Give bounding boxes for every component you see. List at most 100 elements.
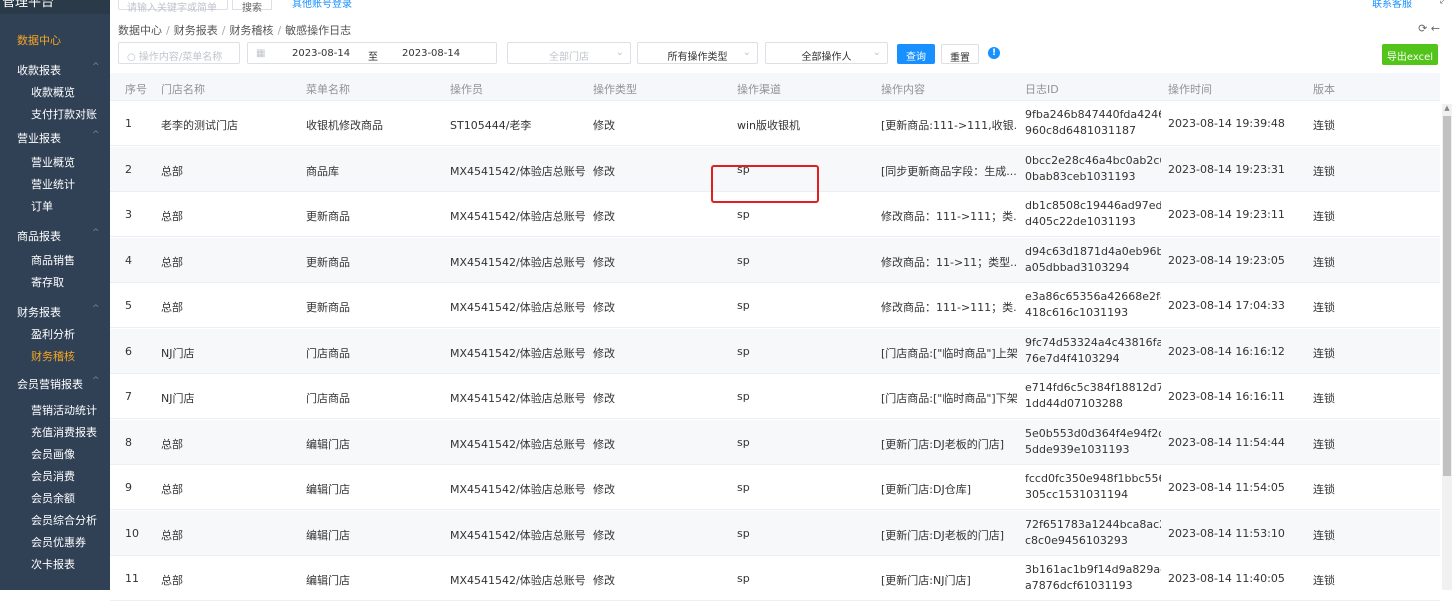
table-row[interactable]: 7 NJ门店 门店商品 MX4541542/体验店总账号 修改 sp [门店商品:["临时商…	[110, 374, 1440, 419]
table-cell: 连锁	[1313, 528, 1335, 542]
chevron-up-icon[interactable]: ^	[92, 228, 100, 238]
sidebar-item[interactable]: 营业报表	[17, 130, 61, 146]
sidebar-item[interactable]: 商品销售	[31, 252, 75, 268]
table-cell: 7	[125, 390, 132, 403]
back-icon[interactable]: ←	[1431, 22, 1440, 35]
table-cell: 修改	[593, 528, 615, 542]
refresh-icon[interactable]: ⟳	[1418, 22, 1427, 35]
table-cell: MX4541542/体验店总账号	[450, 437, 586, 451]
table-cell: sp	[737, 481, 750, 494]
operator-select[interactable]: 全部操作人 ⌄	[765, 42, 888, 64]
date-range-picker[interactable]: ▦ 2023-08-14 至 2023-08-14	[247, 42, 497, 64]
sidebar-item[interactable]: 财务稽核	[31, 348, 75, 364]
other-login-link[interactable]: 其他账号登录	[292, 0, 352, 10]
sidebar-item[interactable]: 收款报表	[17, 62, 61, 78]
table-cell: 修改	[593, 301, 615, 314]
top-search-button[interactable]: 搜索	[232, 0, 272, 14]
table-row[interactable]: 5 总部 更新商品 MX4541542/体验店总账号 修改 sp 修改商品：111->111…	[110, 283, 1440, 328]
sidebar-item[interactable]: 会员余额	[31, 490, 75, 506]
date-end[interactable]: 2023-08-14	[402, 48, 460, 59]
table-cell: 2023-08-14 16:16:11	[1168, 390, 1285, 403]
table-cell: 连锁	[1313, 255, 1335, 269]
table-cell: sp	[737, 526, 750, 540]
table-cell: [更新门店:DJ老板的门店]	[881, 437, 1005, 451]
table-cell: [门店商品:["临时商品"]下架]	[881, 392, 1017, 405]
table-cell: MX4541542/体验店总账号	[450, 210, 586, 223]
query-button[interactable]: 查询	[897, 44, 935, 64]
table-cell: 修改	[593, 164, 615, 178]
table-cell: MX4541542/体验店总账号	[450, 483, 586, 496]
sidebar-item[interactable]: 寄存取	[31, 274, 64, 290]
table-cell: 连锁	[1313, 210, 1335, 223]
reset-button[interactable]: 重置	[941, 44, 979, 64]
sidebar-item[interactable]: 收款概览	[31, 84, 75, 100]
chevron-up-icon[interactable]: ^	[92, 62, 100, 72]
table-row[interactable]: 9 总部 编辑门店 MX4541542/体验店总账号 修改 sp [更新门店:DJ仓库] fc…	[110, 465, 1440, 510]
table-cell: 编辑门店	[306, 528, 350, 542]
sidebar-item[interactable]: 会员优惠券	[31, 534, 86, 550]
table-cell: 2023-08-14 17:04:33	[1168, 299, 1285, 312]
breadcrumb-item[interactable]: 财务稽核	[229, 24, 273, 37]
scroll-up-arrow[interactable]: ▲	[1443, 104, 1451, 114]
table-cell: [更新门店:DJ老板的门店]	[881, 528, 1005, 542]
sidebar-item[interactable]: 商品报表	[17, 228, 61, 244]
sidebar-item[interactable]: 会员营销报表	[17, 376, 83, 392]
vertical-scrollbar[interactable]: ▲	[1442, 104, 1452, 590]
table-row[interactable]: 4 总部 更新商品 MX4541542/体验店总账号 修改 sp 修改商品：11->11；类…	[110, 237, 1440, 283]
info-icon[interactable]: !	[988, 47, 1000, 59]
sidebar-item[interactable]: 会员画像	[31, 446, 75, 462]
table-cell: 修改	[593, 210, 615, 223]
sidebar-item[interactable]: 营业统计	[31, 176, 75, 192]
contact-link[interactable]: 联系客服	[1372, 0, 1412, 10]
sidebar-item[interactable]: 数据中心	[17, 32, 61, 48]
table-cell: 2023-08-14 19:23:05	[1168, 253, 1285, 267]
sidebar-item[interactable]: 会员消费	[31, 468, 75, 484]
breadcrumb-item[interactable]: 财务报表	[174, 24, 218, 37]
table-cell: 9fc74d53324a4c43816fa55176e7d4f4103294	[1025, 335, 1161, 365]
sidebar-item[interactable]: 盈利分析	[31, 326, 75, 342]
scroll-thumb[interactable]	[1443, 116, 1451, 476]
sidebar-item[interactable]: 会员综合分析	[31, 512, 97, 528]
chevron-up-icon[interactable]: ^	[92, 130, 100, 140]
sidebar-item[interactable]: 营业概览	[31, 154, 75, 170]
table-cell: 总部	[161, 210, 183, 223]
table-cell: 修改	[593, 574, 615, 587]
sidebar-item[interactable]: 营销活动统计	[31, 402, 97, 418]
export-excel-button[interactable]: 导出excel	[1382, 44, 1438, 65]
table-cell: 商品库	[306, 164, 339, 178]
op-type-select-value: 所有操作类型	[667, 52, 728, 63]
breadcrumb-item[interactable]: 数据中心	[118, 24, 162, 37]
breadcrumb-separator: /	[221, 24, 226, 37]
sidebar-item[interactable]: 订单	[31, 198, 53, 214]
table-cell: 修改	[593, 392, 615, 405]
sidebar-item[interactable]: 支付打款对账	[31, 106, 97, 122]
sidebar-item[interactable]: 充值消费报表	[31, 424, 97, 440]
top-search-input[interactable]: 请输入关键字或简单	[118, 0, 228, 14]
table-cell: 连锁	[1313, 301, 1335, 314]
chevron-up-icon[interactable]: ^	[92, 376, 100, 386]
table-row[interactable]: 11 总部 编辑门店 MX4541542/体验店总账号 修改 sp [更新门店:NJ门店] 3…	[110, 556, 1440, 601]
store-select[interactable]: 全部门店 ⌄	[507, 42, 631, 64]
table-cell: sp	[737, 299, 750, 312]
table-row[interactable]: 6 NJ门店 门店商品 MX4541542/体验店总账号 修改 sp [门店商品:["临时商…	[110, 328, 1440, 374]
breadcrumb: 数据中心 / 财务报表 / 财务稽核 / 敏感操作日志	[118, 22, 351, 38]
table-cell: 2023-08-14 19:23:31	[1168, 162, 1285, 176]
fullscreen-icon[interactable]: ⤢	[1440, 0, 1448, 6]
table-cell: MX4541542/体验店总账号	[450, 392, 586, 405]
table-row[interactable]: 8 总部 编辑门店 MX4541542/体验店总账号 修改 sp [更新门店:DJ老板的门店…	[110, 419, 1440, 465]
date-start[interactable]: 2023-08-14	[292, 48, 350, 59]
table-cell: d94c63d1871d4a0eb96b68ea05dbbad3103294	[1025, 244, 1161, 274]
breadcrumb-separator: /	[166, 24, 170, 37]
table-cell: 总部	[161, 574, 183, 587]
table-row[interactable]: 10 总部 编辑门店 MX4541542/体验店总账号 修改 sp [更新门店:DJ老板的门…	[110, 510, 1440, 556]
table-cell: MX4541542/体验店总账号	[450, 301, 586, 314]
sidebar-item[interactable]: 次卡报表	[31, 556, 75, 572]
column-header: 操作员	[450, 83, 483, 96]
chevron-up-icon[interactable]: ^	[92, 304, 100, 314]
op-type-select[interactable]: 所有操作类型 ⌄	[637, 42, 758, 64]
table-cell: 4	[125, 253, 132, 267]
table-cell: sp	[737, 344, 750, 358]
table-row[interactable]: 1 老李的测试门店 收银机修改商品 ST105444/老李 修改 win版收银机 [更新商品…	[110, 101, 1440, 146]
keyword-input[interactable]: ○ 操作内容/菜单名称	[118, 42, 240, 64]
sidebar-item[interactable]: 财务报表	[17, 304, 61, 320]
